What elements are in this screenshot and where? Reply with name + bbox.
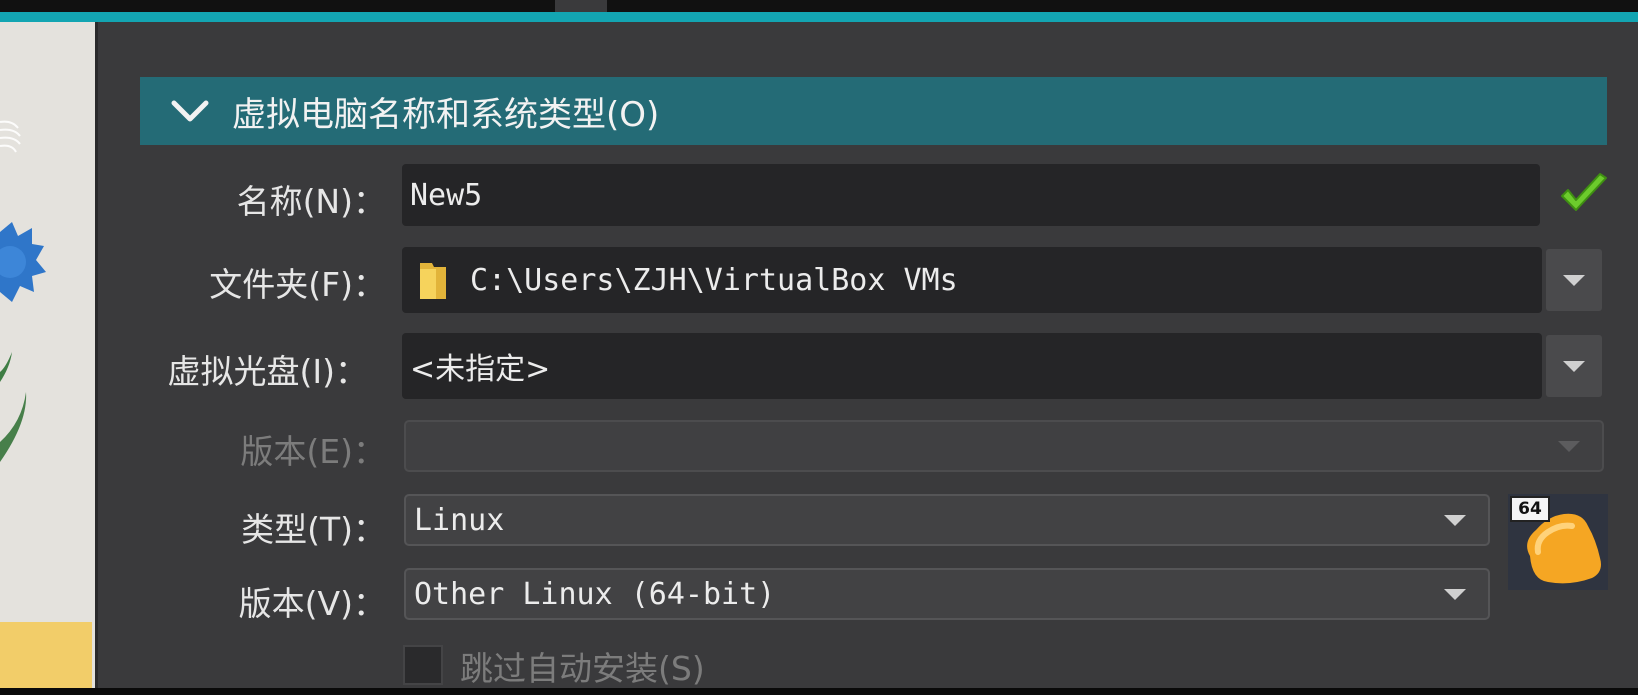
dropdown-arrow-icon	[1444, 588, 1466, 600]
iso-selector[interactable]: <未指定>	[402, 333, 1542, 399]
name-input-value: New5	[410, 177, 483, 213]
name-label: 名称(N)：	[236, 182, 386, 221]
version-value: Other Linux (64-bit)	[414, 576, 776, 612]
vm-create-dialog: 虚拟电脑名称和系统类型(O) 名称(N)： New5 文件夹(F)： C:\Us…	[0, 0, 1638, 695]
dropdown-arrow-icon	[1563, 360, 1585, 372]
type-value: Linux	[414, 502, 505, 538]
accent-strip	[0, 12, 1638, 22]
name-input[interactable]: New5	[402, 164, 1540, 226]
wizard-wallpaper	[0, 22, 95, 688]
folder-path-value: C:\Users\ZJH\VirtualBox VMs	[470, 262, 958, 298]
edition-label: 版本(E)：	[240, 432, 386, 471]
arch-64-badge: 64	[1510, 496, 1550, 522]
version-combo[interactable]: Other Linux (64-bit)	[404, 568, 1490, 620]
dropdown-arrow-icon	[1563, 274, 1585, 286]
folder-selector[interactable]: C:\Users\ZJH\VirtualBox VMs	[402, 247, 1542, 313]
linux-os-icon: 64	[1508, 494, 1608, 590]
title-bar	[0, 0, 1638, 12]
edition-combo	[404, 420, 1604, 472]
skip-unattended-label: 跳过自动安装(S)	[460, 649, 705, 688]
type-combo[interactable]: Linux	[404, 494, 1490, 546]
folder-icon	[418, 259, 448, 301]
folder-dropdown-button[interactable]	[1546, 249, 1602, 311]
section-header-name-os[interactable]: 虚拟电脑名称和系统类型(O)	[140, 77, 1607, 145]
type-label: 类型(T)：	[241, 510, 386, 549]
chevron-down-icon	[168, 89, 212, 133]
iso-dropdown-button[interactable]	[1546, 335, 1602, 397]
flower-illustration	[0, 120, 46, 462]
iso-value: <未指定>	[410, 352, 551, 387]
dropdown-arrow-icon	[1444, 514, 1466, 526]
version-label: 版本(V)：	[238, 584, 386, 623]
valid-check-icon	[1558, 172, 1610, 218]
iso-label: 虚拟光盘(I)：	[167, 352, 368, 391]
skip-unattended-checkbox[interactable]	[403, 645, 443, 685]
dropdown-arrow-icon	[1558, 440, 1580, 452]
section-title: 虚拟电脑名称和系统类型(O)	[232, 94, 660, 135]
folder-label: 文件夹(F)：	[209, 265, 386, 304]
